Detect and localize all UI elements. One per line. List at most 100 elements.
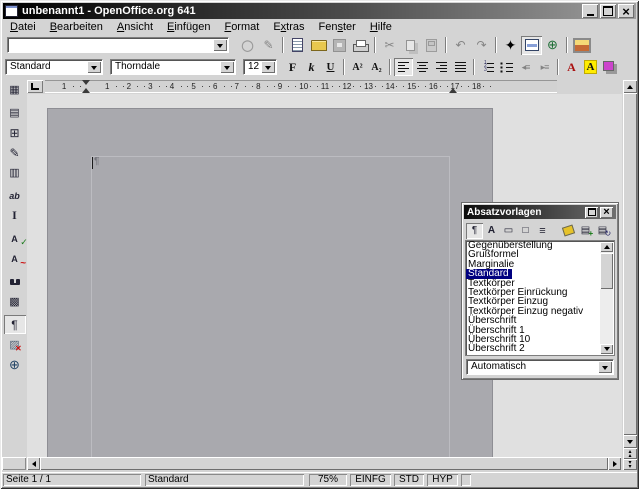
minimize-button[interactable]	[582, 4, 598, 18]
maximize-button[interactable]	[600, 4, 616, 18]
font-color-button[interactable]: A	[562, 58, 581, 76]
online-layout-button[interactable]	[4, 355, 26, 374]
paragraph-style-combo[interactable]: Standard	[5, 59, 103, 75]
chevron-down-icon[interactable]	[261, 61, 275, 73]
form-functions-button[interactable]	[4, 163, 26, 182]
menu-item-hilfe[interactable]: Hilfe	[363, 21, 399, 34]
bold-button[interactable]: F	[283, 58, 302, 76]
gallery-button[interactable]	[571, 36, 592, 55]
status-hyperlink-mode[interactable]: HYP	[427, 474, 458, 486]
scrollbar-thumb[interactable]	[623, 93, 637, 435]
stylist-title-bar[interactable]: Absatzvorlagen	[464, 205, 616, 219]
status-page[interactable]: Seite 1 / 1	[3, 474, 141, 486]
bullets-button[interactable]	[497, 58, 516, 76]
autotext-button[interactable]	[4, 186, 26, 205]
font-name-combo[interactable]: Thorndale	[110, 59, 236, 75]
chevron-down-icon[interactable]	[220, 61, 234, 73]
subscript-button[interactable]: A₂	[367, 58, 386, 76]
scroll-down-button[interactable]	[623, 435, 637, 448]
status-selection-mode[interactable]: STD	[394, 474, 424, 486]
vertical-scrollbar[interactable]: ▴ ▴ ▾ ▾	[623, 80, 637, 470]
underline-button[interactable]: U	[321, 58, 340, 76]
menu-item-fenster[interactable]: Fenster	[312, 21, 363, 34]
images-button[interactable]	[4, 335, 26, 354]
spellcheck-button[interactable]	[4, 229, 26, 248]
menu-item-datei[interactable]: Datei	[3, 21, 43, 34]
open-button[interactable]	[308, 36, 329, 55]
font-size-combo[interactable]: 12	[243, 59, 277, 75]
italic-button[interactable]: k	[302, 58, 321, 76]
document-page[interactable]: ¶	[47, 108, 493, 458]
next-page-button[interactable]: ▾ ▾	[623, 459, 637, 470]
status-insert-mode[interactable]: EINFG	[350, 474, 391, 486]
menu-item-extras[interactable]: Extras	[266, 21, 311, 34]
scrollbar-thumb[interactable]	[40, 457, 608, 470]
scroll-down-button[interactable]	[600, 344, 613, 354]
scrollbar-thumb[interactable]	[600, 253, 613, 289]
new-doc-button[interactable]	[287, 36, 308, 55]
left-indent-marker[interactable]	[82, 80, 91, 93]
new-style-from-selection-button[interactable]	[577, 223, 594, 239]
ruler-tick	[339, 86, 340, 87]
direct-cursor-button[interactable]	[4, 206, 26, 225]
scroll-up-button[interactable]	[600, 242, 613, 252]
menu-item-format[interactable]: Format	[217, 21, 266, 34]
status-page-style[interactable]: Standard	[145, 474, 304, 486]
page-styles-button[interactable]	[517, 223, 534, 239]
highlighting-icon: A	[585, 61, 597, 73]
rollup-button[interactable]	[585, 207, 598, 218]
highlighting-button[interactable]: A	[581, 58, 600, 76]
horizontal-ruler[interactable]: 1123456789101112131415161718	[45, 80, 557, 93]
horizontal-scrollbar[interactable]	[27, 457, 621, 470]
hyperlink-button[interactable]	[542, 36, 563, 55]
insert-objects-button[interactable]	[4, 123, 26, 142]
previous-page-button[interactable]: ▴ ▴	[623, 448, 637, 459]
align-right-button[interactable]	[432, 58, 451, 76]
stylist-close-button[interactable]	[600, 207, 613, 218]
chevron-down-icon[interactable]	[213, 39, 227, 51]
auto-spellcheck-button[interactable]	[4, 249, 26, 268]
paragraph-styles-button[interactable]	[466, 223, 483, 239]
align-center-button[interactable]	[413, 58, 432, 76]
menu-item-ansicht[interactable]: Ansicht	[110, 21, 160, 34]
tab-type-selector[interactable]	[27, 80, 43, 93]
numbering-styles-button[interactable]	[534, 223, 551, 239]
style-list-scrollbar[interactable]	[600, 242, 613, 354]
chevron-down-icon[interactable]	[87, 61, 101, 73]
find-button[interactable]	[4, 272, 26, 291]
navigator-button[interactable]	[500, 36, 521, 55]
status-zoom[interactable]: 75%	[309, 474, 347, 486]
formatting-marks-button[interactable]	[4, 315, 26, 334]
character-styles-button[interactable]	[483, 223, 500, 239]
paragraph-background-button[interactable]	[600, 58, 619, 76]
align-center-icon	[417, 62, 428, 72]
insert-button[interactable]	[4, 80, 26, 99]
align-justify-button[interactable]	[451, 58, 470, 76]
scroll-left-button[interactable]	[27, 457, 40, 470]
superscript-button[interactable]: A²	[348, 58, 367, 76]
style-item[interactable]: Überschrift 2	[466, 344, 614, 353]
fill-format-button[interactable]	[560, 223, 577, 239]
numbering-button[interactable]	[478, 58, 497, 76]
insert-fields-button[interactable]	[4, 103, 26, 122]
draw-functions-button[interactable]	[4, 143, 26, 162]
frame-styles-button[interactable]	[500, 223, 517, 239]
url-combo[interactable]	[7, 37, 229, 53]
align-left-button[interactable]	[394, 58, 413, 76]
insert-icon	[9, 83, 19, 96]
print-button[interactable]	[350, 36, 371, 55]
title-bar[interactable]: unbenannt1 - OpenOffice.org 641	[3, 3, 636, 19]
close-button[interactable]	[618, 4, 634, 18]
scroll-up-button[interactable]	[623, 80, 637, 93]
style-filter-combo[interactable]: Automatisch	[466, 359, 614, 375]
toolbar-separator	[374, 37, 376, 53]
chevron-down-icon[interactable]	[598, 361, 612, 373]
data-sources-button[interactable]	[4, 292, 26, 311]
style-list[interactable]: GegenüberstellungGrußformelMarginalieSta…	[466, 241, 614, 355]
stylist-button[interactable]	[521, 36, 542, 55]
update-style-button[interactable]	[594, 223, 611, 239]
data-sources-icon	[9, 295, 19, 308]
scroll-right-button[interactable]	[608, 457, 621, 470]
menu-item-bearbeiten[interactable]: Bearbeiten	[43, 21, 110, 34]
menu-item-einfgen[interactable]: Einfügen	[160, 21, 217, 34]
